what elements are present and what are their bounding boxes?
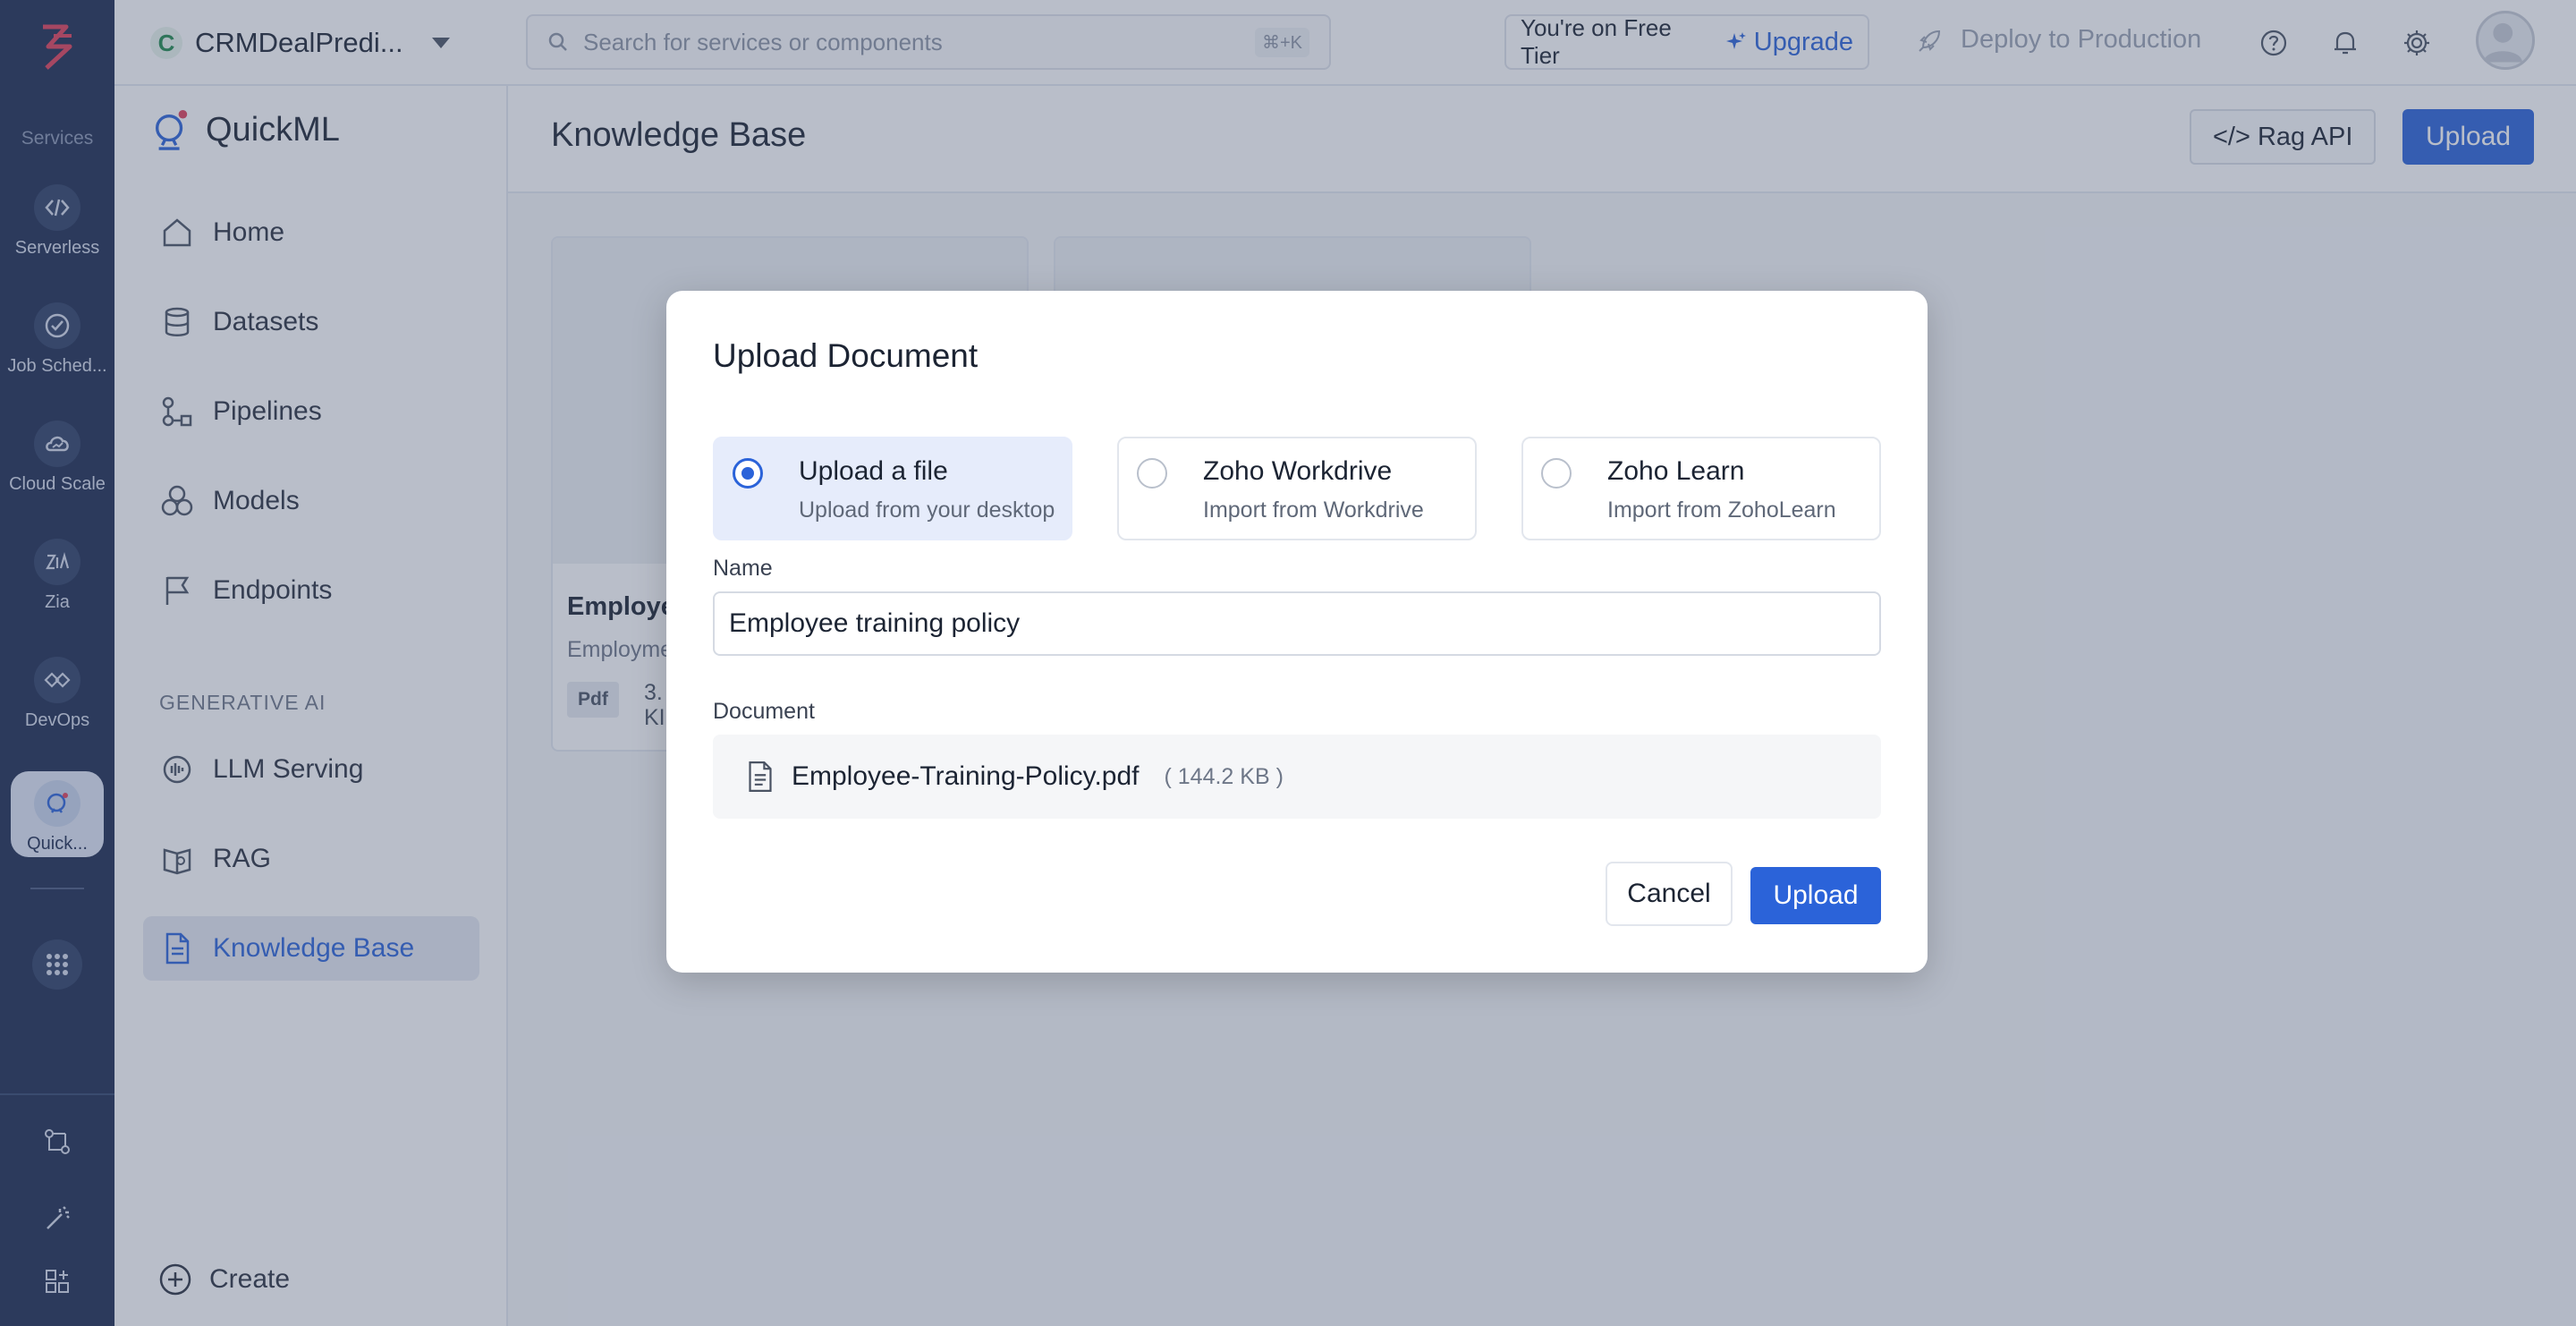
file-size: ( 144.2 KB ) — [1164, 763, 1284, 789]
option-subtitle: Import from Workdrive — [1203, 497, 1424, 523]
option-title: Zoho Workdrive — [1203, 456, 1393, 486]
document-label: Document — [713, 699, 815, 724]
option-zoho-workdrive[interactable]: Zoho Workdrive Import from Workdrive — [1117, 437, 1477, 540]
radio-button[interactable] — [733, 458, 763, 489]
dialog-title: Upload Document — [713, 337, 979, 374]
option-subtitle: Import from ZohoLearn — [1607, 497, 1836, 523]
name-field[interactable] — [713, 591, 1881, 656]
radio-button[interactable] — [1541, 458, 1572, 489]
option-subtitle: Upload from your desktop — [799, 497, 1055, 523]
file-name: Employee-Training-Policy.pdf — [792, 761, 1140, 791]
file-icon — [749, 761, 772, 792]
option-title: Upload a file — [799, 456, 948, 486]
cancel-button[interactable]: Cancel — [1606, 862, 1733, 926]
upload-submit-button[interactable]: Upload — [1750, 867, 1881, 924]
selected-document: Employee-Training-Policy.pdf ( 144.2 KB … — [713, 735, 1881, 819]
option-zoho-learn[interactable]: Zoho Learn Import from ZohoLearn — [1521, 437, 1881, 540]
name-label: Name — [713, 556, 773, 581]
option-upload-file[interactable]: Upload a file Upload from your desktop — [713, 437, 1072, 540]
radio-button[interactable] — [1137, 458, 1167, 489]
upload-document-dialog: Upload Document Upload a file Upload fro… — [666, 291, 1928, 973]
option-title: Zoho Learn — [1607, 456, 1745, 486]
